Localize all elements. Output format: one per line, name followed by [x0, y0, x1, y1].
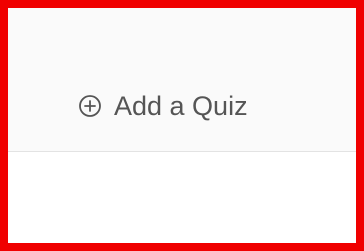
plus-circle-icon — [79, 95, 101, 117]
section-divider — [0, 151, 364, 152]
quiz-panel: Add a Quiz — [0, 0, 364, 251]
add-quiz-button[interactable]: Add a Quiz — [78, 88, 248, 124]
add-quiz-label: Add a Quiz — [114, 90, 248, 121]
quiz-header-area — [0, 0, 364, 151]
